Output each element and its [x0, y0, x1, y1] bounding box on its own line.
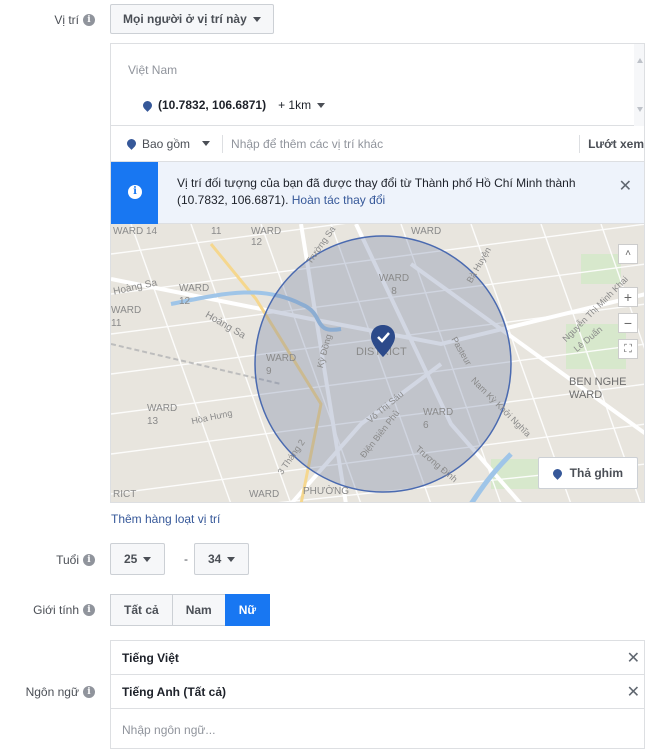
age-separator: - — [184, 552, 188, 566]
undo-change-link[interactable]: Hoàn tác thay đổi — [292, 193, 385, 207]
language-item: Tiếng Việt ✕ — [111, 641, 645, 675]
map-pin-icon — [125, 137, 138, 150]
gender-label-text: Giới tính — [33, 603, 79, 617]
caret-down-icon — [252, 16, 261, 22]
info-icon: i — [128, 185, 142, 199]
map-label-ward8: WARD 8 — [378, 273, 410, 297]
map-label-phuong: PHƯỜNG — [303, 486, 350, 497]
map-pin-icon — [550, 466, 564, 480]
caret-down-icon — [317, 102, 326, 108]
audience-location-dropdown[interactable]: Mọi người ở vị trí này — [110, 4, 274, 34]
add-location-input[interactable]: Nhập để thêm các vị trí khác — [231, 137, 579, 151]
caret-down-icon — [202, 141, 211, 146]
language-label: Ngôn ngữ i — [26, 685, 95, 699]
close-icon[interactable]: ✕ — [627, 682, 640, 702]
map-label-ward11-top: 11 — [211, 226, 222, 237]
language-label-text: Ngôn ngữ — [25, 685, 79, 699]
map-label-ward11-left: WARD 11 — [111, 305, 142, 329]
zoom-in-icon[interactable]: + — [618, 287, 638, 307]
zoom-up-icon[interactable]: ˄ — [618, 244, 638, 264]
map-label-ward-bottom: WARD — [249, 489, 280, 500]
country-group-label: Việt Nam — [128, 63, 178, 77]
browse-button[interactable]: Lướt xem — [579, 134, 644, 153]
include-dropdown-label: Bao gồm — [142, 136, 191, 151]
map-pin-icon — [371, 325, 395, 357]
map-label-ward9: WARD 9 — [266, 353, 297, 377]
map-label-ward12-left: WARD 12 — [179, 283, 210, 307]
close-icon[interactable]: ✕ — [627, 648, 640, 668]
map-pin-icon — [141, 98, 154, 112]
caret-down-icon — [143, 556, 152, 562]
map-label-ward14: WARD 14 — [113, 226, 158, 237]
scroll-down-icon[interactable] — [637, 107, 643, 112]
age-min-dropdown[interactable]: 25 — [110, 543, 166, 575]
location-label-text: Vị trí — [54, 13, 79, 27]
language-input[interactable]: Nhập ngôn ngữ... — [122, 723, 215, 737]
radius-value: + 1km — [278, 98, 312, 112]
language-item: Tiếng Anh (Tất cả) ✕ — [111, 675, 645, 709]
language-item-label: Tiếng Anh (Tất cả) — [122, 685, 227, 699]
map-label-ward12-top: WARD 12 — [251, 226, 282, 248]
radius-dropdown[interactable]: + 1km — [278, 98, 326, 112]
gender-option-male[interactable]: Nam — [171, 594, 226, 626]
info-icon[interactable]: i — [83, 14, 95, 26]
info-icon[interactable]: i — [83, 604, 95, 616]
location-label: Vị trí i — [54, 13, 95, 27]
language-panel: Tiếng Việt ✕ Tiếng Anh (Tất cả) ✕ Nhập n… — [110, 640, 645, 749]
close-icon[interactable]: ✕ — [619, 176, 632, 196]
bulk-add-locations-link[interactable]: Thêm hàng loạt vị trí — [111, 512, 220, 526]
map-label-ward6: WARD 6 — [423, 407, 454, 431]
map-label-ward13: WARD 13 — [147, 403, 178, 427]
gender-option-all[interactable]: Tất cả — [110, 594, 173, 626]
scroll-up-icon[interactable] — [637, 58, 643, 63]
gender-label: Giới tính i — [33, 603, 95, 617]
scrollbar[interactable] — [634, 44, 644, 126]
language-item-label: Tiếng Việt — [122, 651, 179, 665]
coordinate-text: (10.7832, 106.6871) — [158, 98, 267, 112]
include-dropdown[interactable]: Bao gồm — [125, 136, 211, 151]
gender-selector: Tất cả Nam Nữ — [110, 594, 271, 626]
selected-locations-list: Việt Nam (10.7832, 106.6871) + 1km — [111, 44, 644, 126]
info-icon[interactable]: i — [83, 686, 95, 698]
recenter-icon[interactable]: ⛶ — [618, 339, 638, 359]
notice-message: Vị trí đối tượng của bạn đã được thay đổ… — [177, 175, 607, 209]
map-label-ward-top-right: WARD — [411, 226, 442, 237]
add-location-row: Bao gồm Nhập để thêm các vị trí khác Lướ… — [111, 126, 644, 162]
audience-location-label: Mọi người ở vị trí này — [123, 12, 247, 26]
gender-option-female[interactable]: Nữ — [224, 594, 271, 626]
caret-down-icon — [227, 556, 236, 562]
drop-pin-button[interactable]: Thả ghim — [537, 457, 638, 489]
selected-location-item: (10.7832, 106.6871) + 1km — [141, 98, 326, 112]
location-panel: Việt Nam (10.7832, 106.6871) + 1km Bao g… — [110, 43, 645, 503]
age-label: Tuổi i — [56, 553, 95, 567]
age-label-text: Tuổi — [56, 553, 79, 567]
map-label-ben-nghe: BEN NGHE WARD — [569, 376, 627, 401]
drop-pin-label: Thả ghim — [569, 466, 623, 480]
map-label-rict: RICT — [113, 489, 137, 500]
zoom-out-icon[interactable]: − — [618, 313, 638, 333]
age-max-value: 34 — [208, 552, 222, 566]
age-min-value: 25 — [124, 552, 138, 566]
location-changed-notice: i Vị trí đối tượng của bạn đã được thay … — [111, 162, 644, 224]
location-map[interactable]: WARD 14 11 WARD 12 WARD Hoàng Sa WARD 12… — [111, 224, 644, 502]
notice-bar: i — [111, 162, 158, 224]
age-max-dropdown[interactable]: 34 — [194, 543, 250, 575]
info-icon[interactable]: i — [83, 554, 95, 566]
divider — [222, 134, 224, 153]
